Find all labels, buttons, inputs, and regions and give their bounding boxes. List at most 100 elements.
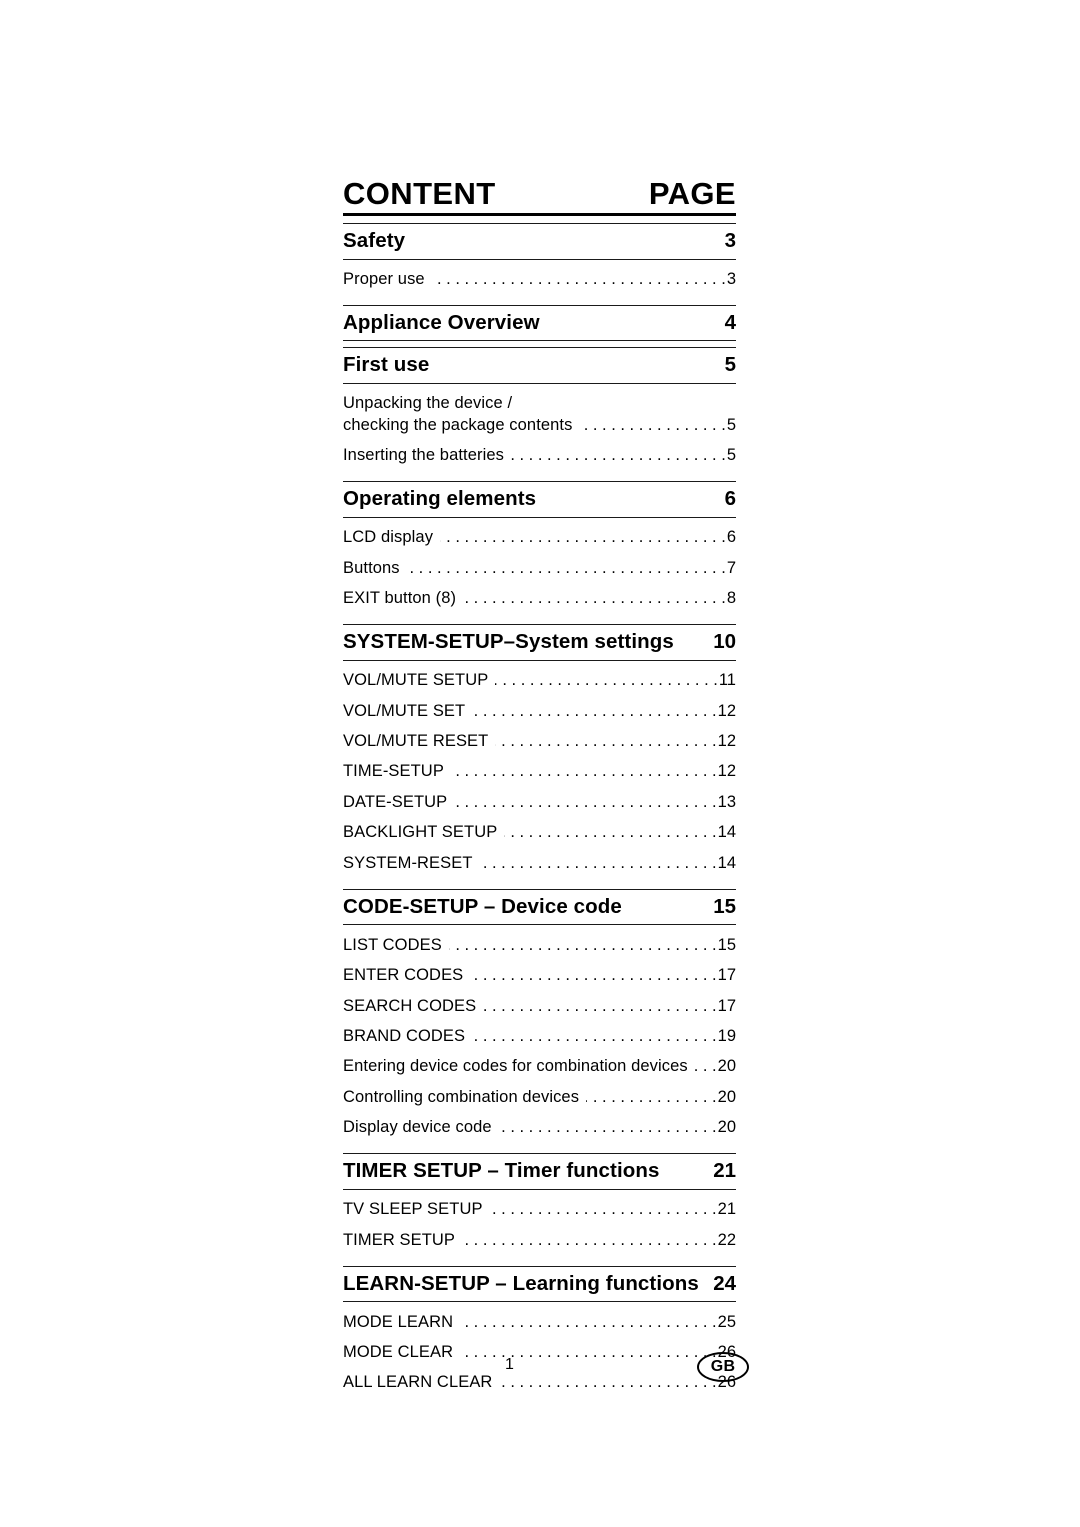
toc-entry-label: EXIT button (8) [343,589,457,608]
toc-entry[interactable]: LIST CODES 15 [343,930,736,960]
toc-entry-label-line1: Unpacking the device / [343,394,513,413]
toc-entry[interactable]: EXIT button (8) 8 [343,584,736,614]
dot-leader [451,766,717,783]
toc-entry-page-number: 14 [717,853,736,872]
toc-entry-page-number: 12 [717,701,736,720]
toc-entry[interactable]: SYSTEM-RESET 14 [343,848,736,878]
toc-entry[interactable]: MODE CLEAR26 [343,1338,736,1368]
dot-leader [511,450,726,467]
toc-entry[interactable]: Controlling combination devices 20 [343,1082,736,1112]
toc-entry[interactable]: BRAND CODES 19 [343,1021,736,1051]
toc-section: Safety 3 Proper use 3 [343,223,736,299]
toc-entry[interactable]: TV SLEEP SETUP 21 [343,1195,736,1225]
toc-entry[interactable]: Buttons 7 [343,553,736,583]
toc-entry-label: SEARCH CODES [343,996,477,1015]
toc-section-page-number: 24 [713,1271,736,1295]
toc-section-title: Appliance Overview [343,310,540,334]
toc-title-content: CONTENT [343,176,496,211]
toc-entry[interactable]: SEARCH CODES 17 [343,991,736,1021]
toc-entry-list: LIST CODES 15 ENTER CODES 17 SEARCH CODES 17 B… [343,925,736,1147]
toc-entry-page-number: 21 [717,1200,736,1219]
toc-section: CODE-SETUP – Device code 15 LIST CODES 15 EN… [343,888,736,1148]
toc-entry-page-number: 25 [717,1312,736,1331]
toc-entry[interactable]: Inserting the batteries 5 [343,441,736,471]
toc-section-heading[interactable]: SYSTEM-SETUP–System settings 10 [343,625,736,660]
dot-leader [463,593,726,610]
dot-leader [586,1092,717,1109]
toc-section-page-number: 5 [724,353,736,377]
toc-entry[interactable]: VOL/MUTE SET 12 [343,696,736,726]
toc-section-title: Safety [343,229,406,252]
toc-section-title: CODE-SETUP – Device code [343,894,622,918]
toc-section: Operating elements 6 LCD display 6 Buttons 7 E… [343,481,736,618]
toc-entry-page-number: 5 [726,415,736,434]
toc-entry-page-number: 17 [717,996,736,1015]
dot-leader [454,797,716,814]
toc-entry-page-number: 8 [726,589,736,608]
footer-page-number: 1 [505,1356,514,1373]
toc-entry-page-number: 11 [718,671,736,690]
toc-section-page-number: 6 [724,487,736,511]
dot-leader [483,1000,716,1017]
dot-leader [499,1122,717,1139]
toc-entry[interactable]: Proper use 3 [343,265,736,295]
toc-entry[interactable]: BACKLIGHT SETUP 14 [343,818,736,848]
toc-entry[interactable]: TIME-SETUP 12 [343,757,736,787]
toc-entry-page-number: 14 [717,823,736,842]
toc-section-title: SYSTEM-SETUP–System settings [343,630,674,654]
toc-entry-page-number: 20 [717,1087,736,1106]
toc-section-page-number: 4 [724,310,736,334]
language-badge-label: GB [710,1358,736,1375]
toc-entry[interactable]: Entering device codes for combination de… [343,1052,736,1082]
toc-entry-label: Inserting the batteries [343,446,504,465]
toc-entry[interactable]: VOL/MUTE RESET 12 [343,726,736,756]
toc-entry[interactable]: Unpacking the device / checking the packa… [343,389,736,441]
toc-entry-label: Proper use [343,270,425,288]
dot-leader [504,827,716,844]
toc-entry-line2: checking the package contents 5 [343,415,736,436]
toc-entry[interactable]: LCD display 6 [343,523,736,553]
toc-entry-label-line2: checking the package contents [343,415,573,434]
toc-entry-label: LIST CODES [343,935,442,954]
toc-entry[interactable]: DATE-SETUP 13 [343,787,736,817]
toc-entry-label: MODE LEARN [343,1312,454,1331]
toc-section-title: TIMER SETUP – Timer functions [343,1159,660,1183]
toc-entry-label: Display device code [343,1118,492,1137]
dot-leader [460,1317,717,1334]
dot-leader [462,1235,717,1252]
toc-entry[interactable]: ENTER CODES 17 [343,961,736,991]
toc-entry-label: DATE-SETUP [343,792,448,811]
toc-entry[interactable]: TIMER SETUP 22 [343,1225,736,1255]
toc-section: SYSTEM-SETUP–System settings 10 VOL/MUTE S… [343,624,736,883]
toc-entry[interactable]: ALL LEARN CLEAR26 [343,1368,736,1398]
toc-section-heading[interactable]: First use 5 [343,348,736,383]
toc-section-title: LEARN-SETUP – Learning functions [343,1271,699,1295]
toc-entry[interactable]: VOL/MUTE SETUP 11 [343,666,736,696]
toc-entry-page-number: 7 [726,558,736,577]
toc-entry-page-number: 12 [717,762,736,781]
dot-leader [470,970,716,987]
toc-sections: Safety 3 Proper use 3 Appliance Overview 4 Fir… [343,223,736,1402]
toc-entry-label: Controlling combination devices [343,1087,580,1106]
toc-section-heading[interactable]: CODE-SETUP – Device code 15 [343,890,736,925]
toc-entry-label: VOL/MUTE SET [343,701,466,720]
toc-entry-label: BACKLIGHT SETUP [343,823,498,842]
toc-entry-label: VOL/MUTE RESET [343,731,489,750]
toc-entry-list: MODE LEARN 25 MODE CLEAR26ALL LEARN CLEAR2… [343,1302,736,1402]
toc-section-heading[interactable]: Safety 3 [343,224,736,259]
toc-entry-label: SYSTEM-RESET [343,853,473,872]
toc-entry[interactable]: MODE LEARN 25 [343,1307,736,1337]
section-rule-bottom [343,340,736,342]
toc-section-heading[interactable]: LEARN-SETUP – Learning functions 24 [343,1267,736,1302]
toc-entry-label: TIME-SETUP [343,762,444,781]
toc-section-heading[interactable]: Appliance Overview 4 [343,306,736,341]
dot-leader [490,1204,717,1221]
toc-entry-label: Buttons [343,558,400,577]
toc-entry[interactable]: Display device code 20 [343,1113,736,1143]
toc-section-heading[interactable]: TIMER SETUP – Timer functions 21 [343,1154,736,1189]
toc-section: LEARN-SETUP – Learning functions 24 MODE L… [343,1265,736,1403]
toc-section-heading[interactable]: Operating elements 6 [343,482,736,517]
toc-entry-page-number: 6 [726,528,736,547]
toc-entry-list: VOL/MUTE SETUP11 VOL/MUTE SET 12 VOL/MUTE R… [343,661,736,883]
toc-section: First use 5 Unpacking the device / checking… [343,347,736,475]
